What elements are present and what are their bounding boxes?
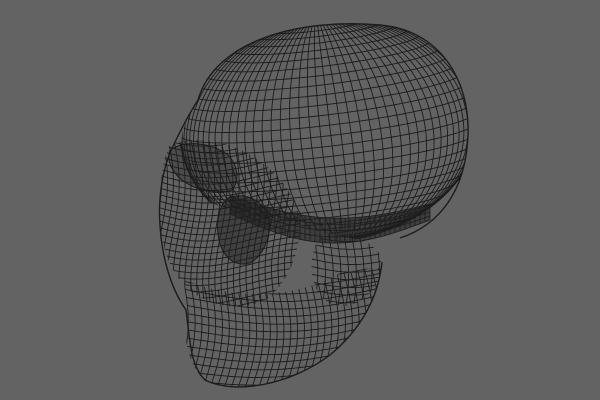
3d-viewport[interactable] [0, 0, 600, 400]
wireframe-skull-model[interactable] [0, 0, 600, 400]
